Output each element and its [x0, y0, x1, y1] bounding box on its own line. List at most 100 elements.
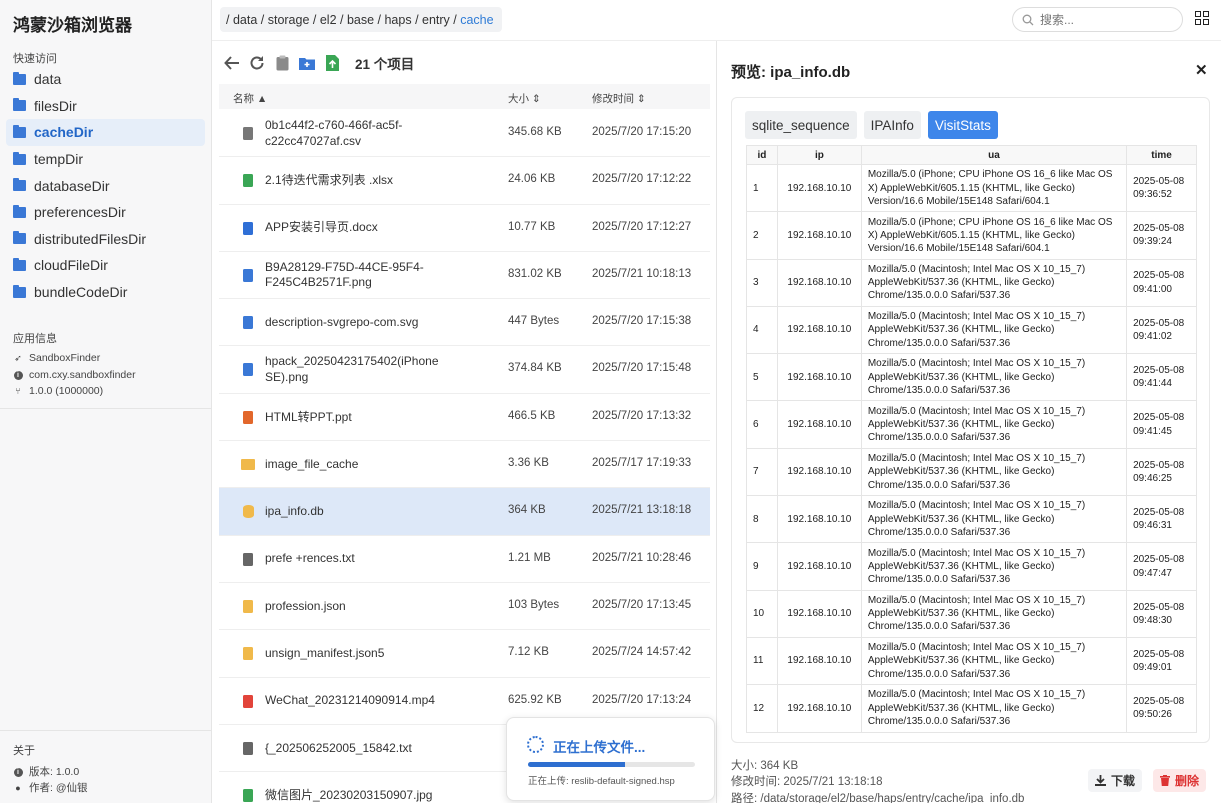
excel-icon	[243, 174, 253, 188]
file-modified-time: 2025/7/20 17:15:20	[592, 126, 692, 138]
column-header-time[interactable]: time	[1126, 145, 1197, 165]
ppt-icon	[243, 410, 253, 424]
upload-file-icon[interactable]	[324, 55, 340, 71]
sidebar-item-bundleCodeDir[interactable]: bundleCodeDir	[6, 279, 205, 306]
file-row[interactable]: 0b1c44f2-c760-466f-ac5f-c22cc47027af.csv…	[219, 110, 710, 158]
breadcrumb-separator: /	[226, 12, 233, 27]
file-row[interactable]: B9A28129-F75D-44CE-95F4-F245C4B2571F.png…	[219, 252, 710, 300]
table-row: 5 192.168.10.10 Mozilla/5.0 (Macintosh; In…	[746, 353, 1197, 402]
breadcrumb-separator: /	[449, 12, 461, 27]
sidebar-item-data[interactable]: data	[6, 66, 205, 93]
close-icon[interactable]: ✕	[1195, 61, 1208, 79]
breadcrumb-segment[interactable]: el2	[320, 13, 337, 27]
column-header-id[interactable]: id	[746, 145, 778, 165]
delete-label: 删除	[1175, 774, 1200, 788]
breadcrumb-segment[interactable]: base	[347, 13, 374, 27]
sidebar-item-cacheDir[interactable]: cacheDir	[6, 119, 205, 146]
breadcrumb-segment[interactable]: haps	[384, 13, 411, 27]
cell-ua: Mozilla/5.0 (Macintosh; Intel Mac OS X 1…	[860, 353, 1128, 402]
file-row[interactable]: unsign_manifest.json5 7.12 KB 2025/7/24 14…	[219, 630, 710, 678]
sidebar-item-label: preferencesDir	[34, 204, 126, 221]
clipboard-icon[interactable]	[274, 55, 290, 71]
file-modified-time: 2025/7/21 10:28:46	[592, 551, 692, 564]
back-arrow-icon[interactable]	[224, 55, 240, 71]
tab-sqlite_sequence[interactable]: sqlite_sequence	[745, 111, 857, 139]
download-button[interactable]: 下载	[1088, 769, 1143, 792]
breadcrumb: / data / storage / el2 / base / haps / e…	[220, 7, 502, 32]
breadcrumb-separator: /	[374, 12, 385, 27]
file-row[interactable]: ipa_info.db 364 KB 2025/7/21 13:18:18	[219, 488, 710, 536]
column-size-header[interactable]: 大小 ⇕	[508, 91, 541, 106]
new-folder-icon[interactable]	[299, 55, 315, 71]
search-box[interactable]	[1012, 7, 1183, 32]
column-time-header[interactable]: 修改时间 ⇕	[592, 91, 646, 106]
cell-id: 2	[746, 211, 778, 260]
delete-button[interactable]: 删除	[1153, 769, 1207, 792]
cell-id: 6	[746, 400, 778, 449]
table-row: 7 192.168.10.10 Mozilla/5.0 (Macintosh; In…	[746, 447, 1197, 497]
cell-ip: 192.168.10.10	[776, 495, 862, 544]
app-info-list: ➶ SandboxFinder i com.cxy.sandboxfinder ⑂ 1.0…	[13, 350, 136, 400]
file-row[interactable]: 2.1待迭代需求列表 .xlsx 24.06 KB 2025/7/20 17:12:…	[219, 157, 710, 205]
breadcrumb-segment[interactable]: cache	[460, 13, 493, 27]
cell-ip: 192.168.10.10	[776, 542, 862, 591]
breadcrumb-segment[interactable]: entry	[422, 13, 450, 27]
table-row: 3 192.168.10.10 Mozilla/5.0 (Macintosh; In…	[746, 258, 1197, 307]
file-row[interactable]: profession.json 103 Bytes 2025/7/20 17:13:…	[219, 583, 710, 631]
tab-visitstats[interactable]: VisitStats	[927, 111, 998, 139]
refresh-icon[interactable]	[249, 55, 265, 71]
view-grid-icon[interactable]	[1195, 11, 1209, 25]
app-title: 鸿蒙沙箱浏览器	[13, 16, 132, 35]
file-modified-time: 2025/7/20 17:15:38	[592, 315, 692, 328]
cell-time: 2025-05-08 09:41:02	[1126, 305, 1197, 355]
column-name-header[interactable]: 名称 ▲	[233, 91, 267, 106]
file-modified-time: 2025/7/20 17:12:22	[592, 173, 692, 186]
file-size: 625.92 KB	[508, 693, 562, 706]
file-modified-time: 2025/7/24 14:57:42	[592, 646, 692, 659]
branch-icon: ⑂	[15, 386, 21, 397]
cell-id: 8	[746, 495, 778, 544]
file-row[interactable]: prefe +rences.txt 1.21 MB 2025/7/21 10:28:…	[219, 536, 710, 583]
cell-time: 2025-05-08 09:47:47	[1126, 542, 1197, 591]
sidebar-item-distributedFilesDir[interactable]: distributedFilesDir	[6, 226, 205, 253]
folder-icon	[13, 284, 26, 298]
file-row[interactable]: hpack_20250423175402(iPhone SE).png 374.8…	[219, 346, 710, 394]
cell-ua: Mozilla/5.0 (iPhone; CPU iPhone OS 16_6 …	[860, 211, 1128, 260]
cell-ip: 192.168.10.10	[776, 400, 862, 449]
column-header-ua[interactable]: ua	[860, 145, 1128, 165]
rocket-icon: ➶	[14, 352, 22, 363]
file-row[interactable]: APP安装引导页.docx 10.77 KB 2025/7/20 17:12:27	[219, 205, 710, 252]
search-input[interactable]	[1040, 12, 1160, 27]
file-size: 447 Bytes	[508, 315, 560, 328]
sidebar-item-preferencesDir[interactable]: preferencesDir	[6, 199, 205, 226]
sidebar-item-label: cacheDir	[34, 124, 94, 141]
sidebar-item-cloudFileDir[interactable]: cloudFileDir	[6, 252, 205, 279]
column-header-ip[interactable]: ip	[776, 145, 862, 165]
cell-time: 2025-05-08 09:46:31	[1126, 495, 1197, 544]
info-row: ● 作者: @仙银	[13, 780, 87, 797]
folder-icon	[13, 124, 26, 138]
file-row[interactable]: image_file_cache 3.36 KB 2025/7/17 17:19:3…	[219, 441, 710, 489]
info-text: com.cxy.sandboxfinder	[29, 368, 136, 381]
file-name: unsign_manifest.json5	[265, 646, 385, 661]
sidebar-item-label: distributedFilesDir	[34, 230, 147, 247]
sidebar-item-filesDir[interactable]: filesDir	[6, 93, 205, 120]
cell-time: 2025-05-08 09:39:24	[1126, 211, 1197, 260]
file-row[interactable]: description-svgrepo-com.svg 447 Bytes 2025…	[219, 299, 710, 347]
table-row: 12 192.168.10.10 Mozilla/5.0 (Macintosh; I…	[746, 684, 1197, 733]
tab-ipainfo[interactable]: IPAInfo	[863, 111, 921, 139]
breadcrumb-segment[interactable]: storage	[268, 13, 310, 27]
cell-id: 9	[746, 542, 778, 591]
sidebar-item-databaseDir[interactable]: databaseDir	[6, 172, 205, 199]
breadcrumb-segment[interactable]: data	[233, 13, 257, 27]
file-row[interactable]: HTML转PPT.ppt 466.5 KB 2025/7/20 17:13:32	[219, 394, 710, 442]
word-icon	[243, 221, 253, 235]
cell-ua: Mozilla/5.0 (Macintosh; Intel Mac OS X 1…	[860, 447, 1128, 497]
preview-path: 路径: /data/storage/el2/base/haps/entry/ca…	[731, 793, 1025, 803]
user-icon: ●	[15, 782, 21, 793]
search-icon	[1022, 14, 1034, 25]
file-name: prefe +rences.txt	[265, 551, 355, 566]
sidebar-item-tempDir[interactable]: tempDir	[6, 146, 205, 173]
breadcrumb-separator: /	[411, 12, 423, 27]
file-size: 3.36 KB	[508, 457, 549, 470]
